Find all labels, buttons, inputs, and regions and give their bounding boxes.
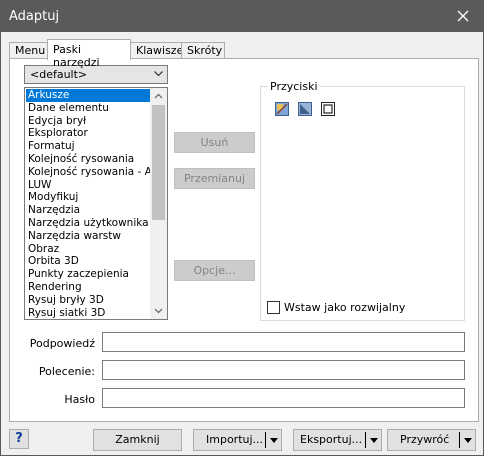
scroll-up-button[interactable]: [150, 88, 167, 105]
list-item[interactable]: Obraz: [26, 243, 150, 256]
triangle-tool-icon[interactable]: [298, 102, 312, 116]
list-item[interactable]: Dane elementu: [26, 102, 150, 115]
help-button[interactable]: ?: [9, 429, 29, 449]
frame-tool-icon[interactable]: [321, 102, 335, 116]
list-item[interactable]: Kolejność rysowania - Adr: [26, 166, 150, 179]
split-separator: [365, 432, 366, 448]
tab-menu[interactable]: Menu: [9, 42, 48, 59]
tab-label: Klawisze: [136, 44, 184, 57]
scroll-thumb[interactable]: [152, 105, 165, 220]
sheet-tool-icon[interactable]: [275, 102, 289, 116]
title-bar: Adaptuj: [1, 1, 483, 32]
insert-as-dropdown-checkbox[interactable]: [267, 301, 280, 314]
password-label: Hasło: [64, 393, 95, 406]
tab-strip: Menu Paski narzędzi Klawisze Skróty: [9, 39, 479, 69]
command-label: Polecenie:: [38, 365, 95, 378]
list-item[interactable]: LUW: [26, 179, 150, 192]
tab-label: Menu: [15, 44, 46, 57]
list-item[interactable]: Modyfikuj: [26, 191, 150, 204]
list-item[interactable]: Narzędzia warstw: [26, 230, 150, 243]
insert-as-dropdown-label: Wstaw jako rozwijalny: [284, 301, 406, 314]
export-label: Eksportuj...: [300, 433, 363, 446]
chevron-down-icon: [154, 71, 163, 77]
import-label: Importuj...: [206, 433, 264, 446]
list-item[interactable]: Orbita 3D: [26, 255, 150, 268]
rename-button[interactable]: Przemianuj: [174, 168, 255, 189]
list-item[interactable]: Kolejność rysowania: [26, 153, 150, 166]
caret-down-icon[interactable]: [270, 438, 278, 443]
buttons-group: [260, 86, 465, 321]
tab-label: Paski narzędzi: [53, 43, 100, 69]
options-button[interactable]: Opcje...: [174, 260, 255, 281]
toolbar-set-value: <default>: [30, 68, 88, 81]
delete-button[interactable]: Usuń: [174, 132, 255, 153]
tab-keys[interactable]: Klawisze: [130, 42, 184, 59]
customize-dialog: Adaptuj Menu Paski narzędzi Klawisze Skr…: [0, 0, 484, 456]
list-item[interactable]: Narzędzia: [26, 204, 150, 217]
tooltip-label: Podpowiedź: [29, 337, 95, 350]
list-item[interactable]: Formatuj: [26, 140, 150, 153]
list-scrollbar[interactable]: [150, 88, 167, 319]
list-item[interactable]: Rysuj bryły 3D: [26, 294, 150, 307]
restore-button[interactable]: Przywróć: [387, 429, 476, 451]
list-item[interactable]: Punkty zaczepienia: [26, 268, 150, 281]
list-item[interactable]: Arkusze: [26, 89, 150, 102]
list-item[interactable]: Narzędzia użytkownika: [26, 217, 150, 230]
close-dialog-button[interactable]: Zamknij: [93, 429, 182, 451]
restore-label: Przywróć: [400, 433, 450, 446]
tab-label: Skróty: [187, 44, 223, 57]
list-item[interactable]: Rysuj siatki 3D: [26, 307, 150, 319]
caret-down-icon[interactable]: [464, 438, 472, 443]
export-button[interactable]: Eksportuj...: [293, 429, 382, 451]
tab-toolbars[interactable]: Paski narzędzi: [47, 39, 131, 69]
tab-shortcuts[interactable]: Skróty: [181, 42, 225, 59]
password-input[interactable]: [102, 388, 465, 408]
list-item[interactable]: Rendering: [26, 281, 150, 294]
chevron-down-icon: [154, 308, 163, 314]
split-separator: [265, 432, 266, 448]
list-item[interactable]: Edycja brył: [26, 115, 150, 128]
list-item[interactable]: Eksplorator: [26, 127, 150, 140]
split-separator: [459, 432, 460, 448]
buttons-group-label: Przyciski: [268, 80, 320, 93]
scroll-down-button[interactable]: [150, 302, 167, 319]
close-button[interactable]: [443, 1, 483, 32]
chevron-up-icon: [154, 93, 163, 99]
import-button[interactable]: Importuj...: [193, 429, 282, 451]
toolbar-list-items: Arkusze Dane elementu Edycja brył Eksplorat…: [26, 89, 150, 319]
caret-down-icon[interactable]: [370, 438, 378, 443]
window-title: Adaptuj: [9, 9, 60, 24]
tooltip-input[interactable]: [102, 332, 465, 352]
command-input[interactable]: [102, 360, 465, 380]
close-icon: [457, 10, 469, 22]
toolbar-list[interactable]: Arkusze Dane elementu Edycja brył Eksplorat…: [24, 87, 168, 320]
